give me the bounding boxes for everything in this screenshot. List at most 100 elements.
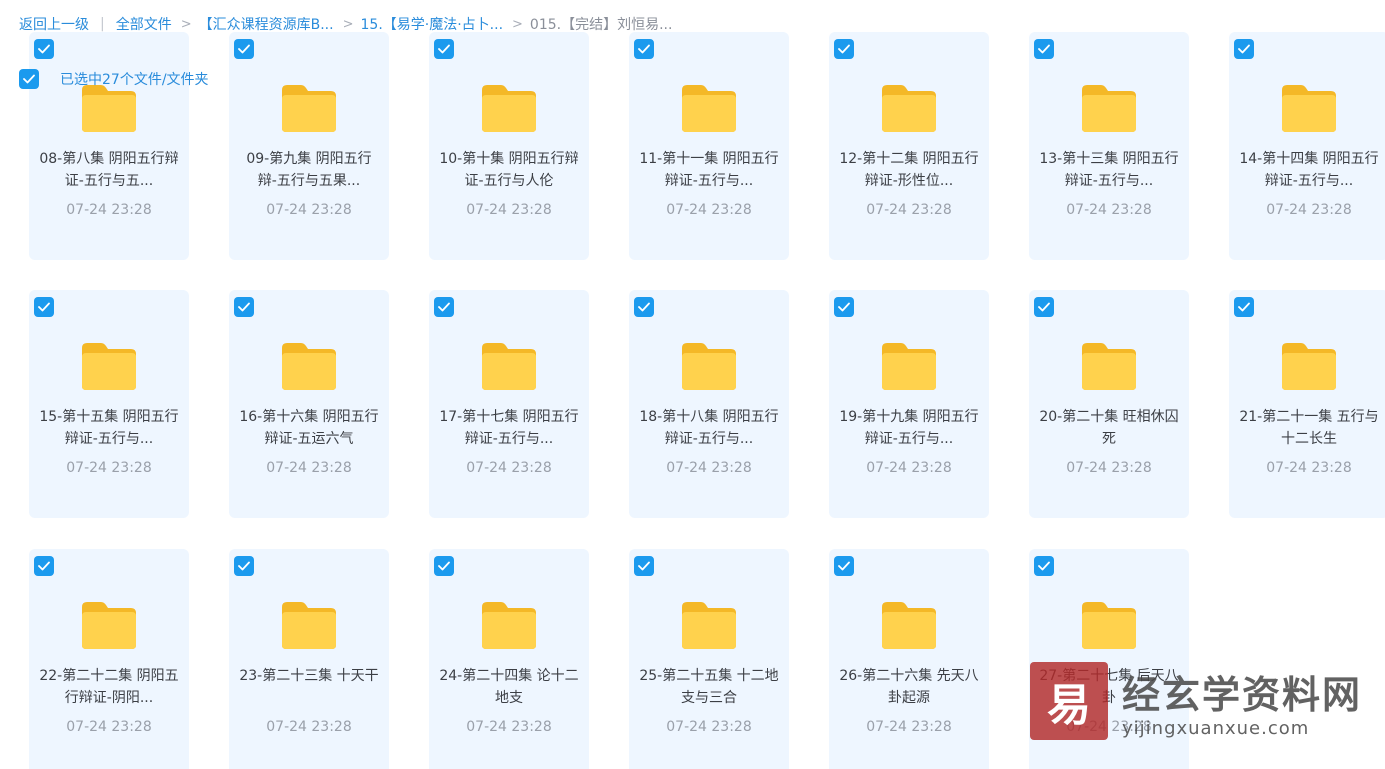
checkmark-icon: [238, 302, 250, 312]
folder-icon: [280, 340, 338, 392]
file-checkbox[interactable]: [834, 297, 854, 317]
file-checkbox[interactable]: [234, 556, 254, 576]
file-checkbox[interactable]: [1234, 297, 1254, 317]
file-tile[interactable]: 13-第十三集 阴阳五行辩证-五行与... 07-24 23:28: [1029, 32, 1189, 260]
checkmark-icon: [38, 561, 50, 571]
file-tile[interactable]: 25-第二十五集 十二地支与三合 07-24 23:28: [629, 549, 789, 769]
file-tile[interactable]: 15-第十五集 阴阳五行辩证-五行与... 07-24 23:28: [29, 290, 189, 518]
file-name: 14-第十四集 阴阳五行辩证-五行与...: [1239, 151, 1379, 189]
file-date: 07-24 23:28: [1066, 202, 1152, 218]
file-checkbox[interactable]: [234, 297, 254, 317]
file-name: 26-第二十六集 先天八卦起源: [839, 668, 979, 706]
file-date: 07-24 23:28: [666, 202, 752, 218]
file-date: 07-24 23:28: [266, 202, 352, 218]
chevron-right-icon: >: [342, 16, 354, 32]
file-checkbox[interactable]: [834, 39, 854, 59]
file-checkbox[interactable]: [634, 556, 654, 576]
checkmark-icon: [23, 74, 35, 83]
file-tile[interactable]: 23-第二十三集 十天干 07-24 23:28: [229, 549, 389, 769]
file-checkbox[interactable]: [34, 297, 54, 317]
breadcrumb: 返回上一级 | 全部文件 > 【汇众课程资源库B... > 15.【易学·魔法·…: [19, 14, 672, 34]
file-tile[interactable]: 08-第八集 阴阳五行辩证-五行与五... 07-24 23:28: [29, 32, 189, 260]
file-checkbox[interactable]: [34, 556, 54, 576]
file-date: 07-24 23:28: [666, 460, 752, 476]
selection-bar: 已选中27个文件/文件夹: [19, 68, 209, 89]
file-checkbox[interactable]: [434, 556, 454, 576]
breadcrumb-item-resource-library[interactable]: 【汇众课程资源库B...: [199, 14, 334, 34]
file-checkbox[interactable]: [434, 39, 454, 59]
seal-logo: 易: [1030, 662, 1108, 740]
file-name: 17-第十七集 阴阳五行辩证-五行与...: [439, 409, 579, 447]
file-checkbox[interactable]: [834, 556, 854, 576]
checkmark-icon: [438, 302, 450, 312]
file-checkbox[interactable]: [634, 297, 654, 317]
folder-icon: [1080, 599, 1138, 651]
file-name: 21-第二十一集 五行与十二长生: [1239, 409, 1379, 447]
file-checkbox[interactable]: [634, 39, 654, 59]
file-checkbox[interactable]: [234, 39, 254, 59]
checkmark-icon: [638, 44, 650, 54]
select-all-checkbox[interactable]: [19, 68, 39, 89]
file-checkbox[interactable]: [1034, 556, 1054, 576]
back-link[interactable]: 返回上一级: [19, 14, 89, 34]
file-browser: 08-第八集 阴阳五行辩证-五行与五... 07-24 23:28 09-第九集 阴…: [0, 0, 1385, 769]
folder-icon: [880, 340, 938, 392]
file-tile[interactable]: 20-第二十集 旺相休囚死 07-24 23:28: [1029, 290, 1189, 518]
folder-icon: [80, 599, 138, 651]
file-tile[interactable]: 22-第二十二集 阴阳五行辩证-阴阳... 07-24 23:28: [29, 549, 189, 769]
file-tile[interactable]: 12-第十二集 阴阳五行辩证-形性位... 07-24 23:28: [829, 32, 989, 260]
checkmark-icon: [238, 561, 250, 571]
checkmark-icon: [838, 44, 850, 54]
folder-icon: [1280, 82, 1338, 134]
file-date: 07-24 23:28: [466, 202, 552, 218]
checkmark-icon: [38, 44, 50, 54]
file-name: 25-第二十五集 十二地支与三合: [639, 668, 779, 706]
file-date: 07-24 23:28: [266, 719, 352, 735]
file-name: 10-第十集 阴阳五行辩证-五行与人伦: [439, 151, 579, 189]
file-checkbox[interactable]: [1034, 297, 1054, 317]
checkmark-icon: [438, 561, 450, 571]
file-date: 07-24 23:28: [266, 460, 352, 476]
breadcrumb-item-all-files[interactable]: 全部文件: [116, 14, 172, 34]
file-tile[interactable]: 17-第十七集 阴阳五行辩证-五行与... 07-24 23:28: [429, 290, 589, 518]
file-tile[interactable]: 21-第二十一集 五行与十二长生 07-24 23:28: [1229, 290, 1385, 518]
file-tile[interactable]: 09-第九集 阴阳五行辩-五行与五果... 07-24 23:28: [229, 32, 389, 260]
file-tile[interactable]: 18-第十八集 阴阳五行辩证-五行与... 07-24 23:28: [629, 290, 789, 518]
file-tile[interactable]: 11-第十一集 阴阳五行辩证-五行与... 07-24 23:28: [629, 32, 789, 260]
file-name: 12-第十二集 阴阳五行辩证-形性位...: [839, 151, 979, 189]
watermark: 易 经玄学资料网 yijingxuanxue.com: [1030, 662, 1370, 742]
checkmark-icon: [638, 302, 650, 312]
file-name: 16-第十六集 阴阳五行辩证-五运六气: [239, 409, 379, 447]
breadcrumb-item-current: 015.【完结】刘恒易...: [529, 17, 673, 33]
folder-icon: [680, 340, 738, 392]
file-date: 07-24 23:28: [666, 719, 752, 735]
file-date: 07-24 23:28: [1266, 460, 1352, 476]
file-checkbox[interactable]: [1034, 39, 1054, 59]
folder-icon: [480, 340, 538, 392]
folder-icon: [880, 599, 938, 651]
file-date: 07-24 23:28: [466, 460, 552, 476]
breadcrumb-item-category[interactable]: 15.【易学·魔法·占卜...: [361, 14, 504, 34]
file-name: 13-第十三集 阴阳五行辩证-五行与...: [1039, 151, 1179, 189]
file-name: 22-第二十二集 阴阳五行辩证-阴阳...: [39, 668, 179, 706]
file-tile[interactable]: 10-第十集 阴阳五行辩证-五行与人伦 07-24 23:28: [429, 32, 589, 260]
folder-icon: [1080, 340, 1138, 392]
watermark-url: yijingxuanxue.com: [1122, 718, 1310, 739]
file-tile[interactable]: 16-第十六集 阴阳五行辩证-五运六气 07-24 23:28: [229, 290, 389, 518]
file-tile[interactable]: 19-第十九集 阴阳五行辩证-五行与... 07-24 23:28: [829, 290, 989, 518]
file-tile[interactable]: 26-第二十六集 先天八卦起源 07-24 23:28: [829, 549, 989, 769]
file-grid: 08-第八集 阴阳五行辩证-五行与五... 07-24 23:28 09-第九集 阴…: [0, 0, 1385, 769]
watermark-title: 经玄学资料网: [1122, 673, 1363, 717]
file-checkbox[interactable]: [34, 39, 54, 59]
file-name: 08-第八集 阴阳五行辩证-五行与五...: [39, 151, 179, 189]
checkmark-icon: [38, 302, 50, 312]
file-checkbox[interactable]: [434, 297, 454, 317]
file-checkbox[interactable]: [1234, 39, 1254, 59]
file-name: 19-第十九集 阴阳五行辩证-五行与...: [839, 409, 979, 447]
file-date: 07-24 23:28: [1266, 202, 1352, 218]
file-name: 09-第九集 阴阳五行辩-五行与五果...: [246, 151, 372, 189]
file-tile[interactable]: 24-第二十四集 论十二地支 07-24 23:28: [429, 549, 589, 769]
file-tile[interactable]: 14-第十四集 阴阳五行辩证-五行与... 07-24 23:28: [1229, 32, 1385, 260]
file-name: 20-第二十集 旺相休囚死: [1039, 409, 1179, 447]
file-name: 23-第二十三集 十天干: [239, 668, 379, 684]
